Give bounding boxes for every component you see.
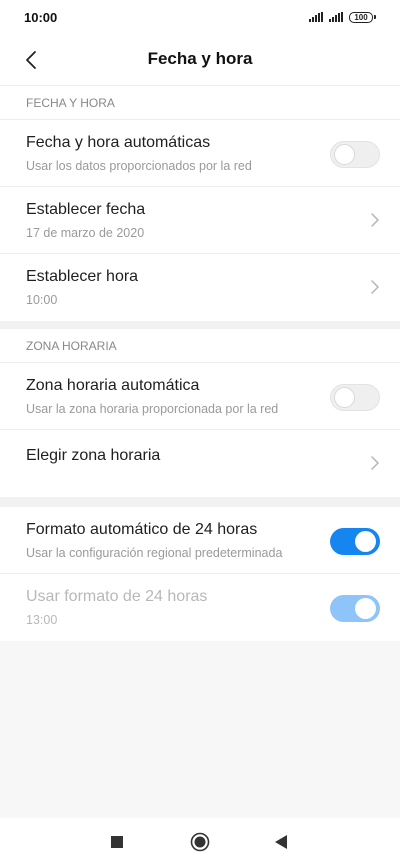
header: Fecha y hora [0, 34, 400, 86]
row-subtitle: 10:00 [26, 293, 58, 307]
status-icons: 100 [309, 11, 376, 23]
navigation-bar [0, 818, 400, 866]
recents-button[interactable] [107, 832, 127, 852]
section-header: ZONA HORARIA [0, 329, 400, 363]
battery-icon: 100 [349, 11, 376, 23]
row-subtitle: 13:00 [26, 613, 58, 627]
section-date-time: FECHA Y HORA Fecha y hora automáticas Us… [0, 86, 400, 321]
section-format: Formato automático de 24 horas Usar la c… [0, 507, 400, 641]
home-circle-icon [190, 832, 210, 852]
automatic-time-zone-toggle[interactable] [330, 384, 380, 411]
recents-square-icon [111, 836, 123, 848]
choose-time-zone-row[interactable]: Elegir zona horaria [0, 430, 400, 497]
signal-icon [309, 12, 323, 22]
chevron-right-icon [371, 213, 379, 227]
automatic-24h-format-toggle[interactable] [330, 528, 380, 555]
automatic-date-time-toggle[interactable] [330, 141, 380, 168]
row-subtitle: Usar la zona horaria proporcionada por l… [26, 402, 279, 416]
row-title: Fecha y hora automáticas [26, 134, 211, 151]
set-time-row[interactable]: Establecer hora 10:00 [0, 254, 400, 321]
signal-icon [329, 12, 343, 22]
use-24h-format-toggle [330, 595, 380, 622]
back-nav-button[interactable] [271, 832, 291, 852]
chevron-right-icon [371, 280, 379, 294]
row-title: Formato automático de 24 horas [26, 521, 258, 538]
row-title: Elegir zona horaria [26, 447, 161, 464]
section-time-zone: ZONA HORARIA Zona horaria automática Usa… [0, 329, 400, 497]
battery-level: 100 [349, 11, 373, 23]
row-title: Zona horaria automática [26, 377, 200, 394]
page-title: Fecha y hora [147, 49, 253, 68]
status-bar: 10:00 100 [0, 0, 400, 34]
use-24h-format-row: Usar formato de 24 horas 13:00 [0, 574, 400, 641]
back-triangle-icon [275, 835, 287, 849]
automatic-time-zone-row[interactable]: Zona horaria automática Usar la zona hor… [0, 363, 400, 430]
home-button[interactable] [190, 832, 210, 852]
row-title: Establecer fecha [26, 201, 146, 218]
row-title: Establecer hora [26, 268, 139, 285]
settings-content: FECHA Y HORA Fecha y hora automáticas Us… [0, 86, 400, 641]
automatic-date-time-row[interactable]: Fecha y hora automáticas Usar los datos … [0, 120, 400, 187]
status-time: 10:00 [24, 9, 58, 25]
section-header: FECHA Y HORA [0, 86, 400, 120]
chevron-right-icon [371, 456, 379, 470]
row-subtitle: Usar la configuración regional predeterm… [26, 546, 283, 560]
section-divider [0, 497, 400, 507]
set-date-row[interactable]: Establecer fecha 17 de marzo de 2020 [0, 187, 400, 254]
section-divider [0, 321, 400, 329]
row-title: Usar formato de 24 horas [26, 588, 208, 605]
automatic-24h-format-row[interactable]: Formato automático de 24 horas Usar la c… [0, 507, 400, 574]
row-subtitle: Usar los datos proporcionados por la red [26, 159, 252, 173]
row-subtitle: 17 de marzo de 2020 [26, 226, 145, 240]
